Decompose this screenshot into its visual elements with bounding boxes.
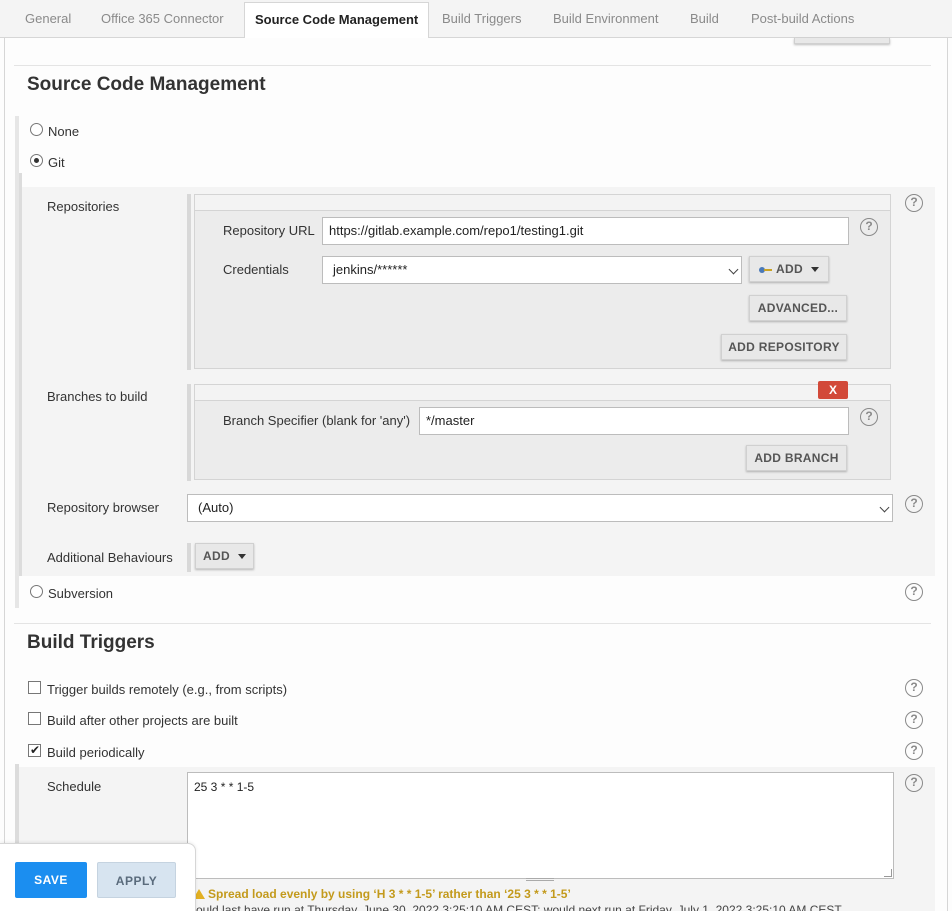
repository-url-input[interactable]: https://gitlab.example.com/repo1/testing… bbox=[322, 217, 849, 245]
additional-behaviours-label: Additional Behaviours bbox=[47, 550, 173, 565]
add-behaviour-button[interactable]: ADD bbox=[195, 543, 254, 569]
repositories-label: Repositories bbox=[47, 199, 120, 214]
repository-browser-label: Repository browser bbox=[47, 500, 159, 515]
key-icon bbox=[759, 266, 773, 274]
delete-branch-button[interactable]: X bbox=[818, 381, 848, 399]
chevron-down-icon bbox=[728, 264, 739, 275]
add-branch-button[interactable]: ADD BRANCH bbox=[746, 445, 847, 471]
caret-down-icon bbox=[237, 554, 246, 560]
branch-header bbox=[194, 384, 891, 400]
add-behaviour-label: ADD bbox=[203, 549, 230, 563]
tab-source-code-management[interactable]: Source Code Management bbox=[244, 2, 430, 39]
build-triggers-section-title: Build Triggers bbox=[27, 632, 155, 653]
repository-browser-help-icon[interactable]: ? bbox=[905, 495, 923, 513]
branch-specifier-label: Branch Specifier (blank for 'any') bbox=[223, 413, 411, 428]
credentials-select[interactable]: jenkins/****** bbox=[322, 256, 742, 284]
subversion-help-icon[interactable]: ? bbox=[905, 583, 923, 601]
build-after-other-checkbox[interactable] bbox=[28, 712, 41, 725]
build-periodically-checkbox[interactable]: ✔ bbox=[28, 743, 41, 757]
branches-rail bbox=[187, 384, 191, 481]
scm-subversion-radio[interactable] bbox=[30, 585, 43, 598]
caret-down-icon bbox=[810, 267, 819, 273]
scm-section-title: Source Code Management bbox=[27, 74, 266, 95]
repository-url-label: Repository URL bbox=[223, 223, 315, 238]
tab-build-triggers[interactable]: Build Triggers bbox=[432, 0, 531, 38]
schedule-value: 25 3 * * 1-5 bbox=[194, 780, 255, 794]
scm-git-label: Git bbox=[48, 155, 65, 170]
build-periodically-label: Build periodically bbox=[47, 745, 145, 760]
trigger-remotely-help-icon[interactable]: ? bbox=[905, 679, 923, 697]
section-divider bbox=[14, 65, 931, 66]
branch-specifier-help-icon[interactable]: ? bbox=[860, 408, 878, 426]
config-tab-bar: General Office 365 Connector Source Code… bbox=[0, 0, 952, 39]
schedule-run-info: ould last have run at Thursday, June 30,… bbox=[196, 903, 844, 911]
repository-browser-select[interactable]: (Auto) bbox=[187, 494, 893, 522]
repositories-rail bbox=[187, 194, 191, 370]
advanced-button[interactable]: ADVANCED... bbox=[749, 295, 847, 321]
build-periodically-help-icon[interactable]: ? bbox=[905, 742, 923, 760]
tab-build[interactable]: Build bbox=[680, 0, 729, 38]
scm-none-label: None bbox=[48, 124, 80, 139]
section-divider bbox=[14, 623, 931, 624]
save-button[interactable]: SAVE bbox=[15, 862, 87, 898]
schedule-textarea[interactable]: 25 3 * * 1-5 bbox=[187, 772, 894, 879]
textarea-drag-handle[interactable] bbox=[526, 878, 554, 881]
credentials-value: jenkins/****** bbox=[333, 262, 408, 277]
schedule-help-icon[interactable]: ? bbox=[905, 774, 923, 792]
build-after-other-help-icon[interactable]: ? bbox=[905, 711, 923, 729]
chevron-down-icon bbox=[879, 502, 890, 513]
tab-post-build-actions[interactable]: Post-build Actions bbox=[741, 0, 864, 38]
resize-handle-icon[interactable] bbox=[884, 869, 892, 877]
apply-button[interactable]: APPLY bbox=[97, 862, 176, 898]
add-credentials-button[interactable]: ADD bbox=[749, 256, 829, 282]
build-after-other-label: Build after other projects are built bbox=[47, 713, 238, 728]
trigger-remotely-label: Trigger builds remotely (e.g., from scri… bbox=[47, 682, 288, 697]
scm-subversion-label: Subversion bbox=[48, 586, 114, 601]
tab-build-environment[interactable]: Build Environment bbox=[543, 0, 669, 38]
scm-git-radio[interactable] bbox=[30, 154, 43, 167]
repositories-help-icon[interactable]: ? bbox=[905, 194, 923, 212]
add-credentials-label: ADD bbox=[776, 262, 803, 276]
tab-general[interactable]: General bbox=[15, 0, 81, 38]
tab-office-365-connector[interactable]: Office 365 Connector bbox=[91, 0, 234, 38]
branches-to-build-label: Branches to build bbox=[47, 389, 148, 404]
schedule-label: Schedule bbox=[47, 779, 102, 794]
scm-none-radio[interactable] bbox=[30, 123, 43, 136]
add-repository-button[interactable]: ADD REPOSITORY bbox=[721, 334, 847, 360]
trigger-remotely-checkbox[interactable] bbox=[28, 681, 41, 694]
checkmark-icon: ✔ bbox=[30, 743, 41, 757]
schedule-warning: Spread load evenly by using ‘H 3 * * 1-5… bbox=[208, 887, 571, 901]
repository-header bbox=[194, 194, 891, 210]
branch-specifier-input[interactable]: */master bbox=[419, 407, 849, 435]
behaviours-rail bbox=[187, 543, 191, 572]
repository-url-help-icon[interactable]: ? bbox=[860, 218, 878, 236]
repository-browser-value: (Auto) bbox=[198, 500, 234, 515]
previous-section-button[interactable] bbox=[794, 38, 890, 44]
credentials-label: Credentials bbox=[223, 262, 289, 277]
